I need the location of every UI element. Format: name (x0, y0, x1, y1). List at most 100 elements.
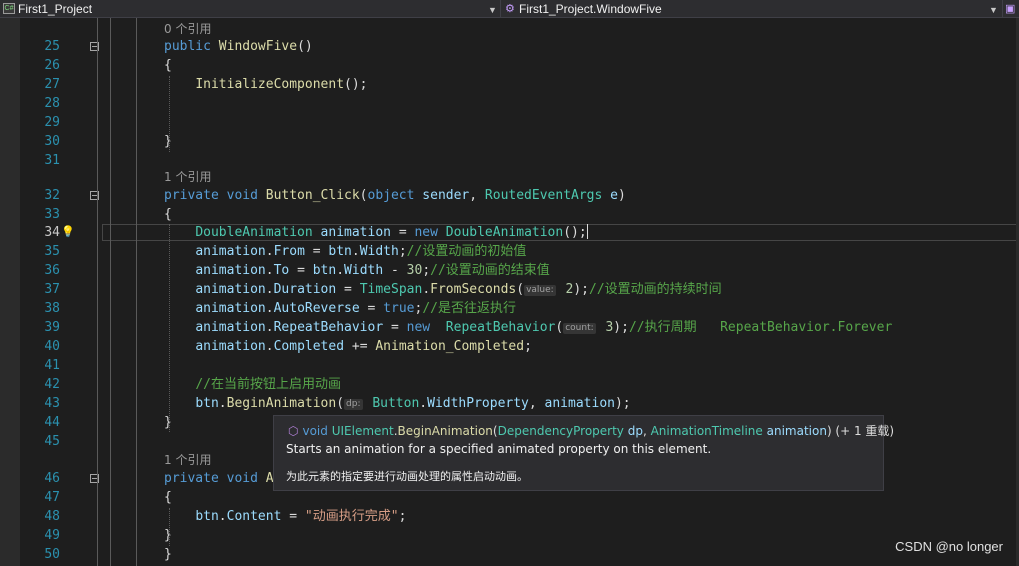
reference-count-label[interactable]: 1 个引用 (164, 169, 211, 185)
line-number: 35 (44, 244, 60, 259)
nav-divider (500, 0, 501, 17)
token-pu: ) (617, 188, 626, 203)
line-number: 26 (44, 58, 60, 73)
code-text: animation.To = btn.Width - 30;//设置动画的结束值 (164, 261, 550, 280)
code-line[interactable]: 38 animation.AutoReverse = true;//是否往返执行 (0, 299, 1019, 318)
code-line[interactable]: 43 btn.BeginAnimation(dp: Button.WidthPr… (0, 394, 1019, 413)
cube-icon: ▣ (1005, 2, 1016, 15)
code-line[interactable]: 25 public WindowFive() (0, 37, 1019, 56)
code-line[interactable]: 31 (0, 151, 1019, 170)
code-text: private void Ani (164, 469, 289, 488)
csharp-project-icon: C# (3, 3, 15, 14)
line-number: 30 (44, 134, 60, 149)
navigation-bar: C# First1_Project ▼ ⚙ First1_Project.Win… (0, 0, 1019, 18)
indent-guide (136, 18, 137, 566)
code-line[interactable]: 26 { (0, 56, 1019, 75)
token-pu: ; (398, 244, 407, 259)
token-id: animation (544, 396, 615, 411)
third-dropdown[interactable]: ▣ (1003, 0, 1019, 17)
code-line[interactable]: 29 (0, 113, 1019, 132)
method-icon: ⚙ (505, 2, 515, 15)
code-line[interactable]: 37 animation.Duration = TimeSpan.FromSec… (0, 280, 1019, 299)
line-number: 50 (44, 547, 60, 562)
line-number: 40 (44, 339, 60, 354)
token-pu: . (265, 282, 274, 297)
token-pu: += (344, 339, 376, 354)
token-pu: . (218, 509, 227, 524)
token-pu: ; (524, 339, 532, 354)
code-line[interactable]: 40 animation.Completed += Animation_Comp… (0, 337, 1019, 356)
token-cm: //设置动画的初始值 (406, 244, 527, 259)
code-text: { (164, 205, 172, 224)
code-line[interactable]: 27 InitializeComponent(); (0, 75, 1019, 94)
token-ty: RepeatBehavior (445, 320, 556, 335)
token-pu: } (164, 415, 172, 430)
line-number: 41 (44, 358, 60, 373)
token-pu: = (383, 320, 407, 335)
line-number: 34 (44, 225, 60, 240)
code-line[interactable]: 42 //在当前按钮上启用动画 (0, 375, 1019, 394)
line-number: 37 (44, 282, 60, 297)
token-me: FromSeconds (430, 282, 517, 297)
token-kw: object (367, 188, 423, 203)
code-line[interactable]: 39 animation.RepeatBehavior = new Repeat… (0, 318, 1019, 337)
member-dropdown[interactable]: ⚙ First1_Project.WindowFive ▼ (502, 0, 1002, 17)
token-id: animation (195, 320, 266, 335)
project-dropdown[interactable]: C# First1_Project ▼ (0, 0, 500, 17)
signature-token: BeginAnimation (397, 424, 493, 438)
code-line[interactable]: 💡 34 DoubleAnimation animation = new Doub… (0, 223, 1019, 242)
code-text: DoubleAnimation animation = new DoubleAn… (164, 223, 588, 242)
token-id: Width (344, 263, 384, 278)
line-number: 28 (44, 96, 60, 111)
token-pu: ( (555, 320, 564, 335)
line-number: 38 (44, 301, 60, 316)
token-pu: { (164, 490, 172, 505)
line-number: 36 (44, 263, 60, 278)
line-number: 49 (44, 528, 60, 543)
line-number: 48 (44, 509, 60, 524)
code-line[interactable]: 41 (0, 356, 1019, 375)
token-pu: = (289, 263, 313, 278)
lightbulb-icon[interactable]: 💡 (61, 224, 75, 240)
token-pu: . (265, 339, 274, 354)
code-line[interactable]: 32 private void Button_Click(object sende… (0, 186, 1019, 205)
code-line[interactable]: 50} (0, 545, 1019, 564)
code-line[interactable]: 30} (0, 132, 1019, 151)
code-line[interactable]: 28 (0, 94, 1019, 113)
code-line[interactable]: 49} (0, 526, 1019, 545)
token-pu: = (359, 301, 384, 316)
token-me: WindowFive (218, 39, 298, 54)
token-me: InitializeComponent (195, 77, 345, 92)
token-id: sender (422, 188, 470, 203)
token-id: AutoReverse (273, 301, 360, 316)
token-id: animation (195, 282, 266, 297)
reference-count-label[interactable]: 1 个引用 (164, 452, 211, 468)
code-line[interactable]: 35 animation.From = btn.Width;//设置动画的初始值 (0, 242, 1019, 261)
token-id: Content (226, 509, 282, 524)
code-line[interactable]: 36 animation.To = btn.Width - 30;//设置动画的… (0, 261, 1019, 280)
indent-guide (110, 18, 111, 566)
token-pu: - (383, 263, 407, 278)
code-line[interactable]: 48 btn.Content = "动画执行完成"; (0, 507, 1019, 526)
token-pu: (); (344, 77, 368, 92)
token-pu: (); (563, 225, 587, 240)
token-pu: . (351, 244, 360, 259)
code-line[interactable]: 33 { (0, 205, 1019, 224)
signature-token: UIElement (331, 424, 394, 438)
project-dropdown-label: First1_Project (18, 1, 93, 16)
token-id: To (273, 263, 290, 278)
token-hint: value: (524, 285, 556, 296)
code-text: btn.BeginAnimation(dp: Button.WidthPrope… (164, 394, 630, 413)
token-id: btn (195, 396, 219, 411)
reference-count-label[interactable]: 0 个引用 (164, 21, 211, 37)
token-id: Width (359, 244, 399, 259)
line-number: 43 (44, 396, 60, 411)
signature-token: AnimationTimeline (650, 424, 767, 438)
token-ty: Button (372, 396, 420, 411)
signature-token: ) (+ 1 重载) (826, 424, 895, 438)
token-id: btn (328, 244, 352, 259)
token-id: animation (195, 244, 266, 259)
token-pu: . (265, 301, 274, 316)
token-pu: . (422, 282, 431, 297)
token-me: Animation_Completed (375, 339, 525, 354)
